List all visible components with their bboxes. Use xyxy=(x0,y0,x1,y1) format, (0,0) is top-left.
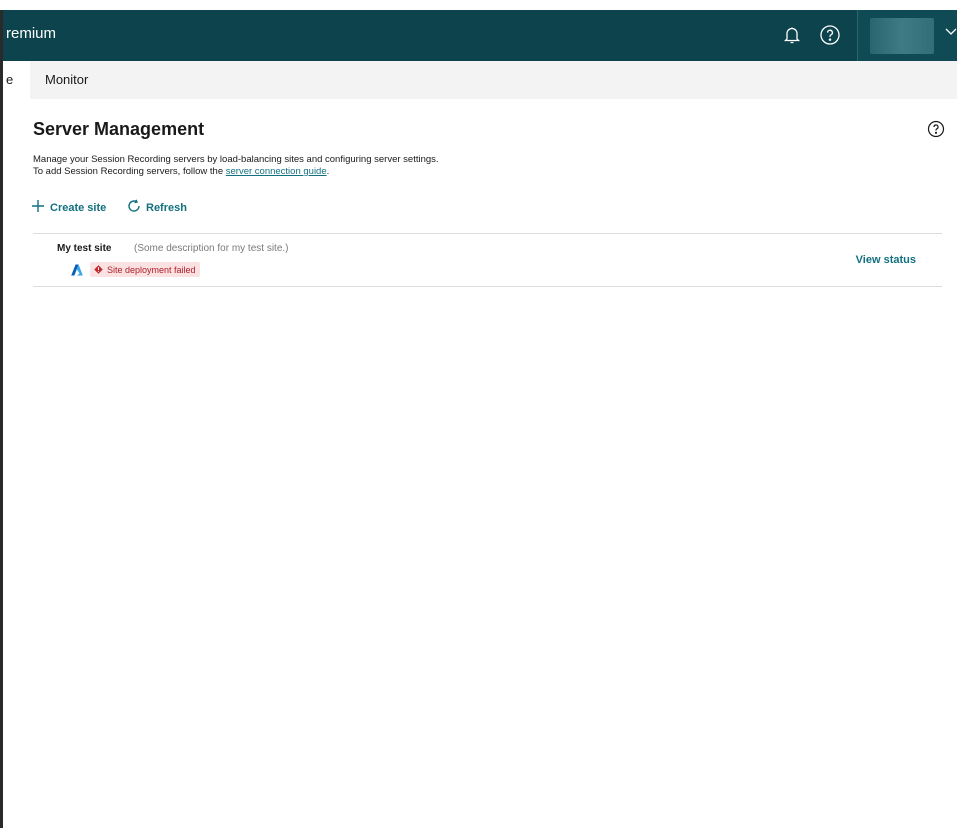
page-description: Manage your Session Recording servers by… xyxy=(33,154,439,178)
status-text: Site deployment failed xyxy=(107,264,196,275)
site-description: (Some description for my test site.) xyxy=(134,243,289,254)
description-prefix: To add Session Recording servers, follow… xyxy=(33,166,226,177)
error-icon xyxy=(94,265,103,274)
create-site-label: Create site xyxy=(50,201,107,214)
refresh-label: Refresh xyxy=(146,201,187,214)
list-divider-bottom xyxy=(33,286,942,287)
tab-previous[interactable]: e xyxy=(3,61,30,99)
description-line-1: Manage your Session Recording servers by… xyxy=(33,154,439,165)
server-connection-guide-link[interactable]: server connection guide xyxy=(226,166,327,177)
create-site-button[interactable]: Create site xyxy=(31,199,106,216)
nav-bar: e Monitor xyxy=(3,61,957,99)
plus-icon xyxy=(31,199,45,216)
help-icon[interactable] xyxy=(818,23,842,47)
description-line-2: To add Session Recording servers, follow… xyxy=(33,166,439,178)
refresh-button[interactable]: Refresh xyxy=(127,199,187,216)
top-bar: remium xyxy=(3,10,957,61)
avatar xyxy=(870,18,934,54)
bell-icon[interactable] xyxy=(780,23,804,47)
azure-icon xyxy=(71,263,83,276)
chevron-down-icon xyxy=(944,24,957,38)
user-menu[interactable] xyxy=(857,10,957,61)
tab-monitor[interactable]: Monitor xyxy=(45,72,88,87)
status-badge: Site deployment failed xyxy=(90,262,200,277)
window-left-edge xyxy=(0,10,3,828)
refresh-icon xyxy=(127,199,141,216)
site-row: My test site (Some description for my te… xyxy=(33,234,942,286)
site-name: My test site xyxy=(57,243,112,254)
page-help-icon[interactable] xyxy=(926,119,946,139)
description-suffix: . xyxy=(326,166,330,177)
page-title: Server Management xyxy=(33,119,205,139)
product-name: remium xyxy=(6,25,57,42)
view-status-link[interactable]: View status xyxy=(856,254,916,266)
